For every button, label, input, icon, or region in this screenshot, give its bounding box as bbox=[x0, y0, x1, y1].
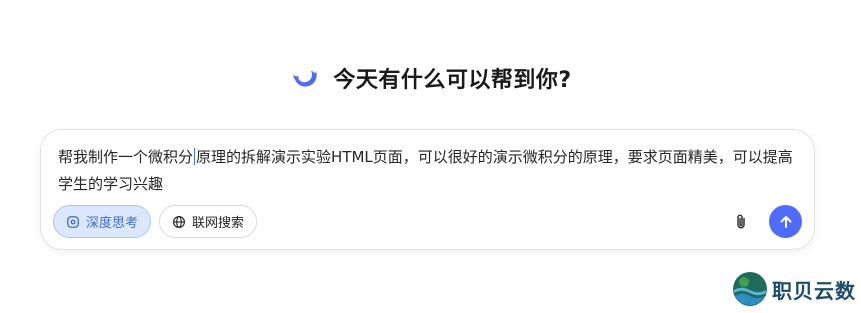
atom-icon bbox=[67, 215, 79, 228]
send-button[interactable] bbox=[769, 205, 802, 238]
whale-logo-icon bbox=[293, 70, 319, 87]
page-title: 今天有什么可以帮到你? bbox=[333, 68, 572, 93]
attach-button[interactable] bbox=[729, 210, 753, 234]
message-input[interactable]: 帮我制作一个微积分 原理的拆解演示实验HTML页面，可以很好的演示微积分的原理，要… bbox=[58, 144, 803, 198]
message-composer: 帮我制作一个微积分 原理的拆解演示实验HTML页面，可以很好的演示微积分的原理，要… bbox=[40, 129, 815, 250]
paperclip-icon bbox=[737, 214, 745, 229]
globe-icon bbox=[173, 215, 185, 228]
message-text-before-caret: 帮我制作一个微积分 bbox=[58, 148, 194, 166]
web-search-label: 联网搜索 bbox=[192, 216, 245, 231]
greeting: 今天有什么可以帮到你? bbox=[0, 62, 861, 94]
arrow-up-icon bbox=[780, 215, 791, 228]
text-caret bbox=[194, 148, 196, 165]
chat-home-page: 今天有什么可以帮到你? 帮我制作一个微积分 原理的拆解演示实验HTML页面，可以很… bbox=[0, 0, 861, 313]
web-search-button[interactable]: 联网搜索 bbox=[159, 205, 258, 238]
brand-globe-logo-icon bbox=[733, 272, 767, 306]
watermark: 职贝云数 bbox=[731, 270, 856, 308]
deep-think-button[interactable]: 深度思考 bbox=[53, 205, 152, 238]
watermark-name: 职贝云数 bbox=[772, 278, 856, 303]
deep-think-label: 深度思考 bbox=[86, 216, 139, 231]
